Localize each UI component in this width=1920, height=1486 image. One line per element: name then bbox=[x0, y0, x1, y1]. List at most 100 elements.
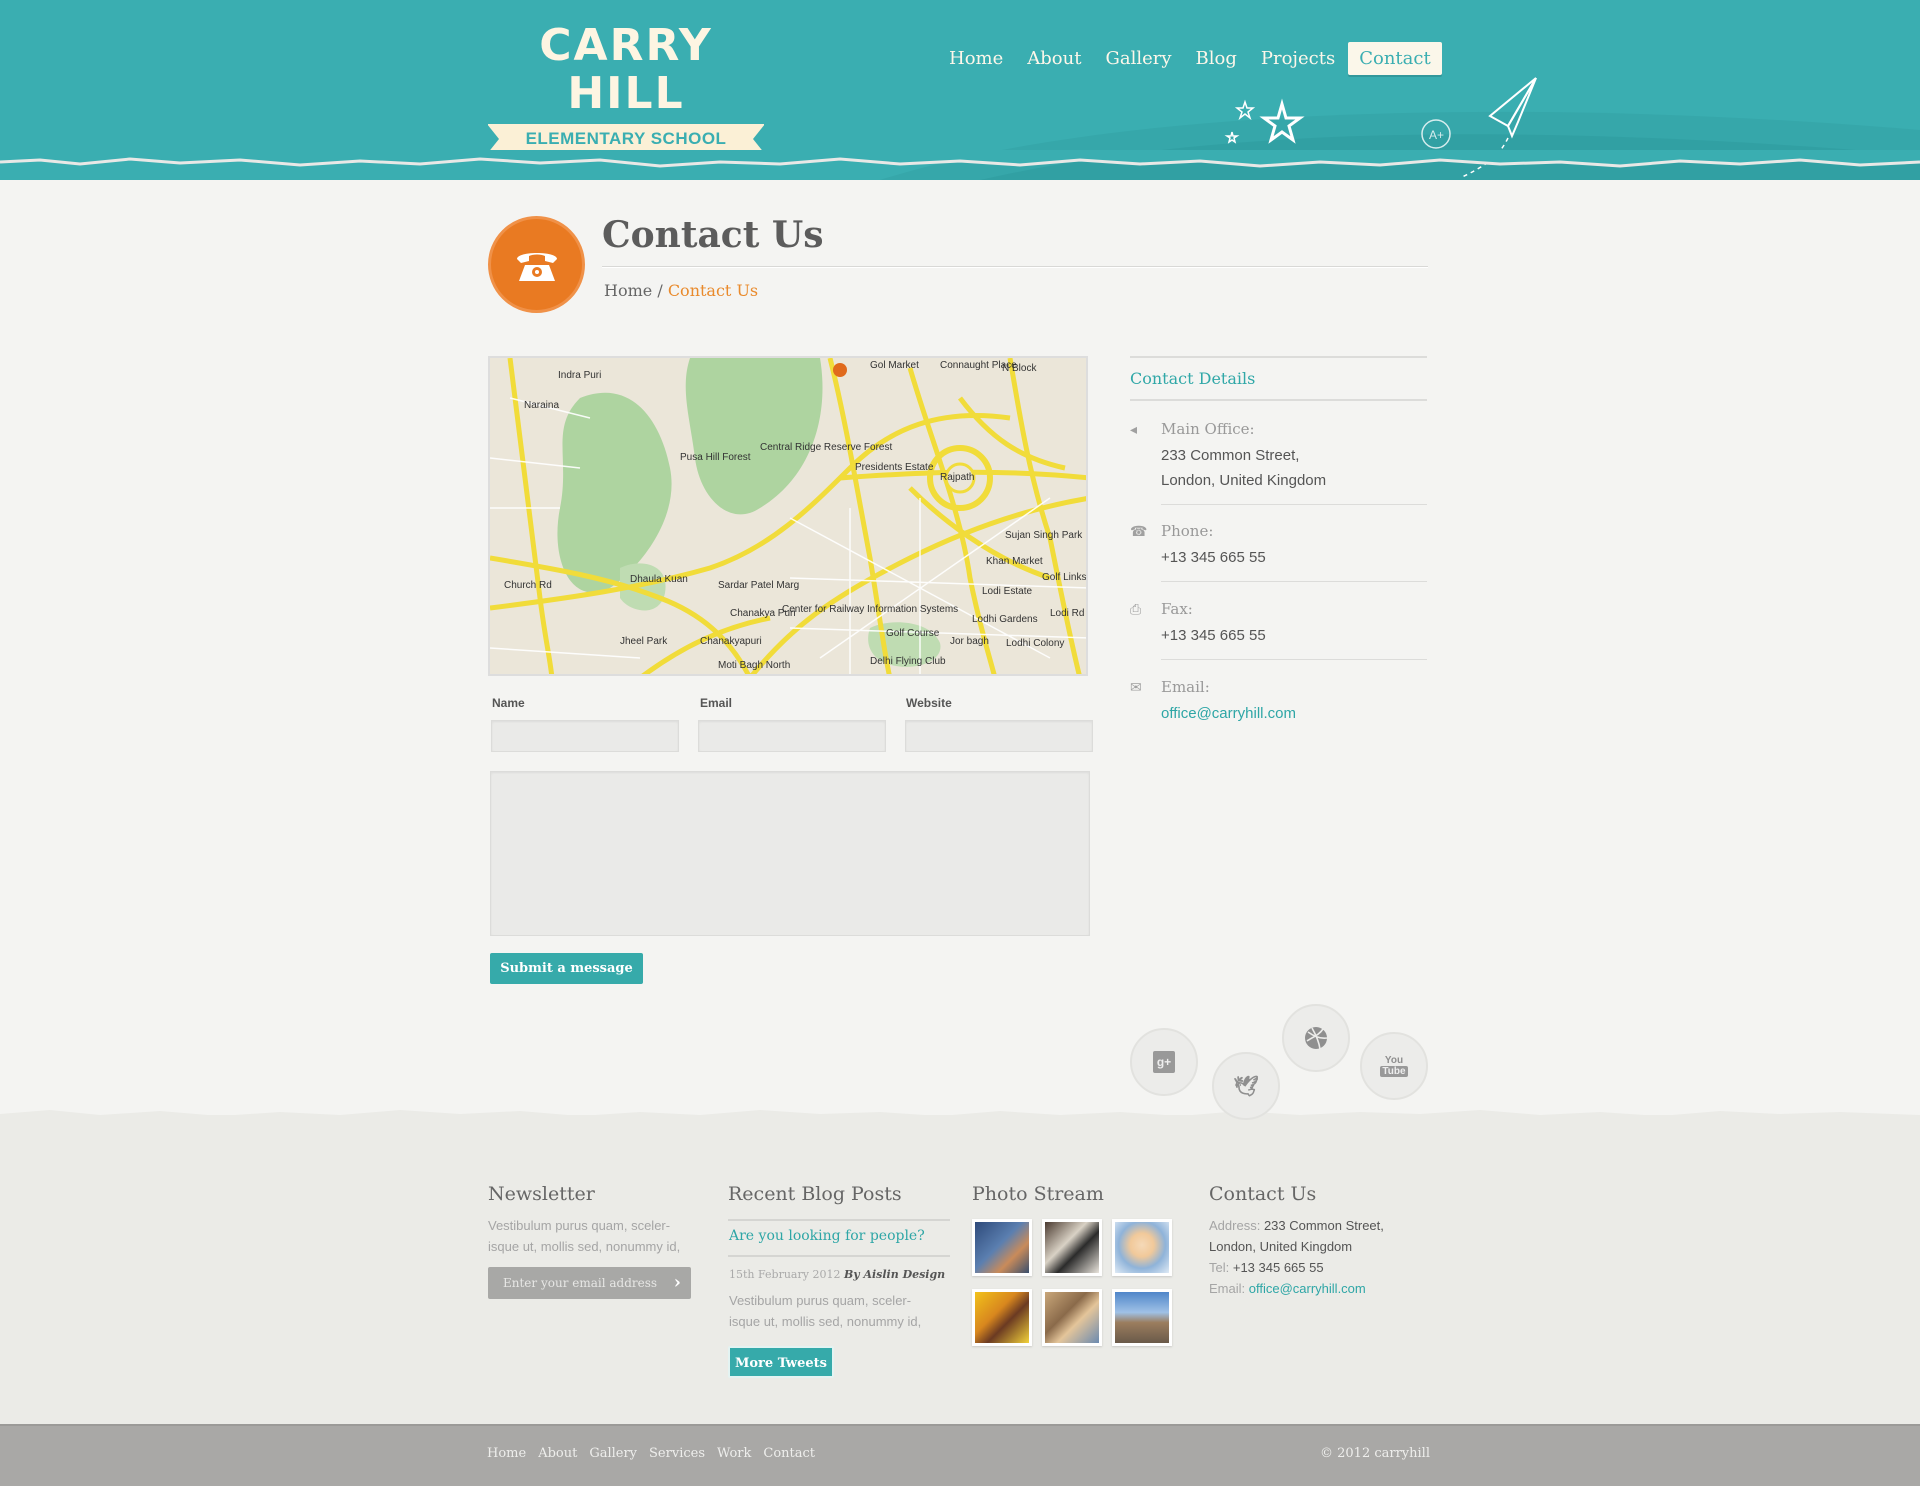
newsletter-text-line1: Vestibulum purus quam, sceler- bbox=[488, 1218, 671, 1233]
contact-details-title: Contact Details bbox=[1130, 369, 1256, 388]
nav-contact[interactable]: Contact bbox=[1348, 42, 1442, 75]
email-label: Email bbox=[700, 696, 733, 710]
message-textarea[interactable] bbox=[490, 771, 1090, 936]
bottom-nav-services[interactable]: Services bbox=[649, 1446, 705, 1461]
fax-label: Fax: bbox=[1161, 600, 1193, 618]
bottom-nav-home[interactable]: Home bbox=[487, 1446, 526, 1461]
recent-blog-posts-heading: Recent Blog Posts bbox=[728, 1183, 902, 1205]
youtube-icon-bottom: Tube bbox=[1380, 1066, 1408, 1077]
svg-text:A+: A+ bbox=[1429, 128, 1444, 142]
map-label: Central Ridge Reserve Forest bbox=[760, 442, 893, 453]
google-plus-button[interactable]: g+ bbox=[1130, 1028, 1198, 1096]
bottom-nav-contact[interactable]: Contact bbox=[763, 1446, 815, 1461]
main-office-line2: London, United Kingdom bbox=[1161, 472, 1327, 489]
envelope-icon: ✉ bbox=[1130, 679, 1142, 695]
map-label: Indra Puri bbox=[558, 370, 602, 381]
star-doodle-icon bbox=[1224, 98, 1305, 144]
nav-home[interactable]: Home bbox=[938, 42, 1014, 75]
nav-about[interactable]: About bbox=[1016, 42, 1092, 75]
youtube-icon: You Tube bbox=[1380, 1055, 1408, 1077]
detail-separator bbox=[1161, 581, 1427, 582]
map-label: Jheel Park bbox=[620, 636, 668, 647]
breadcrumb-home[interactable]: Home bbox=[604, 281, 652, 300]
map-label: N Block bbox=[1002, 363, 1037, 374]
footer-tel: Tel: +13 345 665 55 bbox=[1209, 1257, 1324, 1278]
name-label: Name bbox=[492, 696, 525, 710]
map-label: Lodi Estate bbox=[982, 586, 1033, 597]
map-label: Chanakyapuri bbox=[700, 636, 762, 647]
website-field[interactable] bbox=[905, 720, 1093, 752]
footer-email-link[interactable]: office@carryhill.com bbox=[1249, 1281, 1366, 1296]
contact-details-divider bbox=[1130, 399, 1427, 401]
blog-post-title[interactable]: Are you looking for people? bbox=[729, 1228, 925, 1244]
email-field[interactable] bbox=[698, 720, 886, 752]
newsletter-text-line2: isque ut, mollis sed, nonummy id, bbox=[488, 1239, 681, 1254]
contact-details-top-divider bbox=[1130, 356, 1427, 358]
fax-icon: ⎙ bbox=[1130, 601, 1142, 617]
photo-thumbnail[interactable] bbox=[1112, 1219, 1172, 1276]
phone-circle-icon bbox=[488, 216, 585, 313]
photo-stream-heading: Photo Stream bbox=[972, 1183, 1104, 1205]
map-label: Lodi Rd bbox=[1050, 608, 1085, 619]
map-label: Moti Bagh North bbox=[718, 660, 791, 671]
twitter-button[interactable]: 🕊 bbox=[1212, 1052, 1280, 1120]
location-arrow-icon: ◂ bbox=[1130, 421, 1138, 437]
dribbble-icon bbox=[1305, 1027, 1328, 1050]
email-link[interactable]: office@carryhill.com bbox=[1161, 705, 1296, 722]
logo-title: CARRY HILL bbox=[539, 20, 713, 119]
map-label: Naraina bbox=[524, 400, 560, 411]
blog-divider bbox=[728, 1219, 950, 1221]
footer-torn-edge bbox=[0, 1110, 1920, 1130]
location-map[interactable]: Gol Market Indra Puri Connaught Place N … bbox=[488, 356, 1088, 676]
blog-divider bbox=[728, 1255, 950, 1257]
site-logo[interactable]: CARRY HILL ELEMENTARY SCHOOL bbox=[487, 20, 765, 154]
newsletter-email-input[interactable]: Enter your email address › bbox=[488, 1267, 691, 1299]
google-plus-icon: g+ bbox=[1153, 1051, 1175, 1073]
nav-blog[interactable]: Blog bbox=[1185, 42, 1248, 75]
photo-thumbnail[interactable] bbox=[1042, 1219, 1102, 1276]
map-label: Golf Links bbox=[1042, 572, 1087, 583]
blog-post-author: By Aislin Design bbox=[843, 1268, 946, 1281]
youtube-button[interactable]: You Tube bbox=[1360, 1032, 1428, 1100]
detail-separator bbox=[1161, 504, 1427, 505]
photo-thumbnail[interactable] bbox=[972, 1289, 1032, 1346]
photo-thumbnail[interactable] bbox=[1112, 1289, 1172, 1346]
footer-email: Email: office@carryhill.com bbox=[1209, 1278, 1366, 1299]
blog-post-date: 15th February 2012 bbox=[729, 1268, 841, 1281]
name-field[interactable] bbox=[491, 720, 679, 752]
fax-value: +13 345 665 55 bbox=[1161, 627, 1266, 644]
grade-badge-icon: A+ bbox=[1421, 119, 1451, 149]
chevron-right-icon[interactable]: › bbox=[674, 1267, 681, 1299]
map-label: Khan Market bbox=[986, 556, 1043, 567]
torn-paper-edge bbox=[0, 150, 1920, 168]
youtube-icon-top: You bbox=[1384, 1055, 1404, 1066]
photo-thumbnail[interactable] bbox=[972, 1219, 1032, 1276]
submit-message-button[interactable]: Submit a message bbox=[490, 953, 643, 984]
nav-gallery[interactable]: Gallery bbox=[1094, 42, 1182, 75]
telephone-icon bbox=[516, 252, 557, 281]
bottom-nav-about[interactable]: About bbox=[538, 1446, 577, 1461]
bottom-bar: Home About Gallery Services Work Contact… bbox=[0, 1424, 1920, 1486]
map-label: Jor bagh bbox=[950, 636, 989, 647]
dribbble-button[interactable] bbox=[1282, 1004, 1350, 1072]
page-title: Contact Us bbox=[602, 214, 824, 256]
map-label: Church Rd bbox=[504, 580, 552, 591]
detail-separator bbox=[1161, 659, 1427, 660]
footer-contact-heading: Contact Us bbox=[1209, 1183, 1317, 1205]
phone-value: +13 345 665 55 bbox=[1161, 549, 1266, 566]
bottom-nav-gallery[interactable]: Gallery bbox=[589, 1446, 637, 1461]
map-label: Lodhi Gardens bbox=[972, 614, 1038, 625]
blog-text-line2: isque ut, mollis sed, nonummy id, bbox=[729, 1314, 922, 1329]
main-nav: Home About Gallery Blog Projects Contact bbox=[938, 42, 1444, 75]
footer-address-label: Address: bbox=[1209, 1218, 1261, 1233]
map-label: Delhi Flying Club bbox=[870, 656, 946, 667]
nav-projects[interactable]: Projects bbox=[1250, 42, 1346, 75]
map-label: Presidents Estate bbox=[855, 462, 934, 473]
map-label: Golf Course bbox=[886, 628, 940, 639]
more-tweets-button[interactable]: More Tweets bbox=[728, 1346, 834, 1378]
map-label: Lodhi Colony bbox=[1006, 638, 1065, 649]
bottom-nav-work[interactable]: Work bbox=[717, 1446, 751, 1461]
breadcrumb-separator: / bbox=[657, 281, 663, 300]
photo-thumbnail[interactable] bbox=[1042, 1289, 1102, 1346]
email-label-details: Email: bbox=[1161, 678, 1210, 696]
